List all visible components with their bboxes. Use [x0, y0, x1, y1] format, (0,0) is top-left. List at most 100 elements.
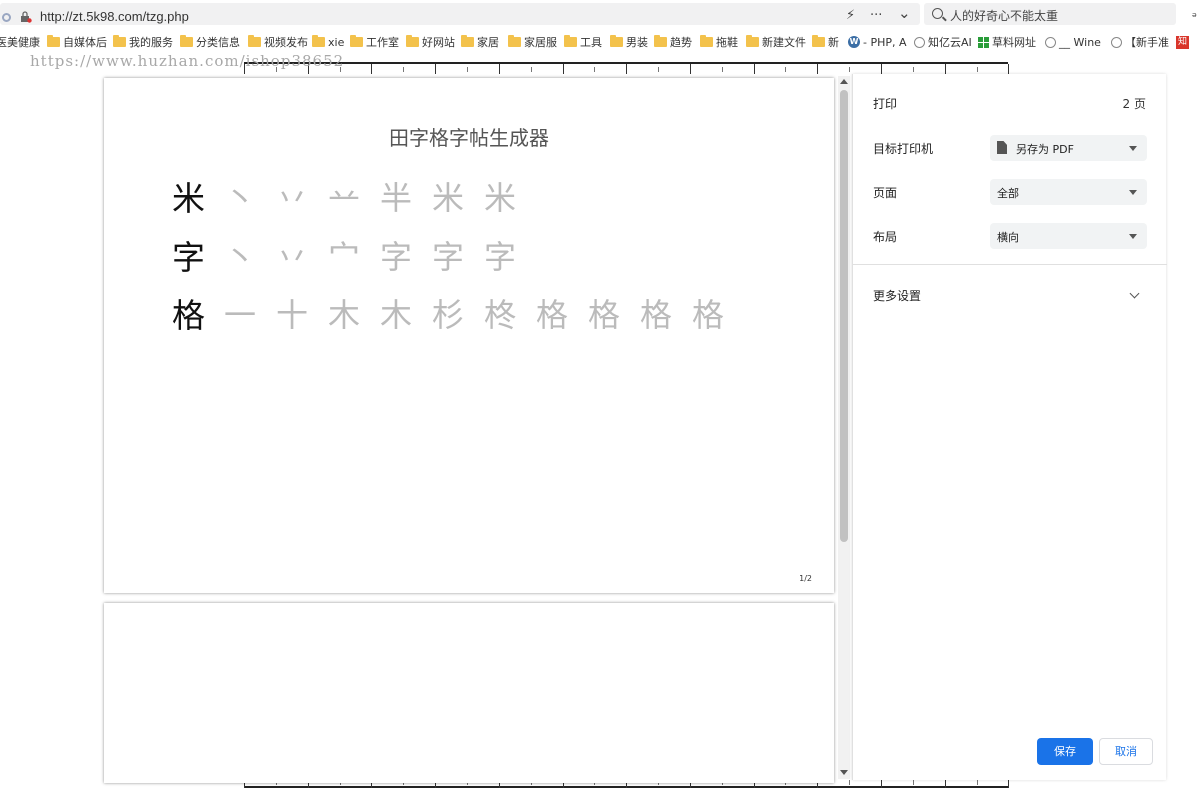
grid-dash — [721, 67, 723, 72]
scroll-thumb[interactable] — [840, 90, 848, 542]
print-settings-panel: 打印 2 页 目标打印机 另存为 PDF 页面 全部 布局 横向 更多设置 保存… — [852, 74, 1167, 780]
stroke-step: 格 — [640, 296, 673, 334]
model-character: 米 — [172, 179, 205, 218]
folder-icon — [654, 35, 667, 47]
document-icon — [997, 141, 1007, 154]
grid-dash — [403, 67, 405, 72]
stroke-step: 丶 — [224, 238, 257, 276]
scroll-down-arrow-icon[interactable] — [840, 770, 848, 775]
stroke-step: 字 — [380, 238, 413, 276]
character-row: 格一十木木杉柊格格格格 — [172, 291, 744, 335]
stroke-step: 格 — [692, 296, 725, 334]
lightning-icon[interactable]: ⚡ — [846, 8, 855, 23]
bookmark-label: 分类信息 — [196, 36, 240, 49]
bookmark-label: 工作室 — [366, 36, 399, 49]
extension-icon[interactable]: ₔ — [1192, 6, 1197, 20]
folder-icon — [113, 35, 126, 47]
save-button[interactable]: 保存 — [1037, 738, 1093, 765]
bookmark-item[interactable]: 视频发布 — [248, 34, 308, 50]
model-character: 字 — [172, 238, 205, 277]
bookmarks-bar: 医美健康 自媒体后 我的服务 分类信息 视频发布 xie 工作室 好网站 家居 家居服 工具 男装 趋势… — [0, 30, 1200, 54]
bookmark-item[interactable]: 男装 — [610, 34, 648, 50]
cancel-button[interactable]: 取消 — [1099, 738, 1153, 765]
destination-value: 另存为 PDF — [1016, 143, 1074, 156]
red-icon: 知 — [1176, 35, 1189, 49]
bookmark-item[interactable]: 好网站 — [406, 34, 455, 50]
pages-select[interactable]: 全部 — [990, 179, 1147, 205]
bookmark-item[interactable]: 医美健康 — [0, 34, 40, 50]
bookmark-item[interactable]: 草料网址 — [978, 34, 1036, 50]
character-row: 米丶丷䒑半米米 — [172, 174, 536, 218]
layout-select[interactable]: 横向 — [990, 223, 1147, 249]
folder-icon — [812, 35, 825, 47]
stroke-step: 杉 — [432, 296, 465, 334]
bookmark-label: 男装 — [626, 36, 648, 49]
stroke-step: 格 — [536, 296, 569, 334]
scroll-up-arrow-icon[interactable] — [840, 79, 848, 84]
bookmark-item[interactable]: 工作室 — [350, 34, 399, 50]
bookmark-item[interactable]: 工具 — [564, 34, 602, 50]
grid-dash — [785, 67, 787, 72]
model-character: 格 — [172, 296, 205, 335]
bookmark-label: 拖鞋 — [716, 36, 738, 49]
pages-label: 页面 — [873, 186, 898, 200]
dropdown-caret-icon — [1129, 190, 1137, 195]
bookmark-label: 好网站 — [422, 36, 455, 49]
bookmark-label: 医美健康 — [0, 36, 40, 49]
bookmark-label: - PHP, A — [863, 35, 907, 49]
bookmark-item[interactable]: 知亿云AI — [914, 34, 972, 50]
stroke-step: 米 — [484, 179, 517, 217]
folder-icon — [350, 35, 363, 47]
site-info-icon[interactable] — [2, 13, 11, 22]
bookmark-item[interactable]: xie — [312, 34, 344, 50]
folder-icon — [180, 35, 193, 47]
bookmark-item[interactable]: 趋势 — [654, 34, 692, 50]
globe-icon — [1111, 36, 1122, 48]
bookmark-item[interactable]: W- PHP, A — [848, 34, 907, 50]
bookmark-item[interactable]: 家居 — [461, 34, 499, 50]
globe-icon — [914, 36, 925, 48]
stroke-step: 柊 — [484, 296, 517, 334]
folder-icon — [746, 35, 759, 47]
url-text[interactable]: http://zt.5k98.com/tzg.php — [40, 9, 189, 24]
stroke-step: 丷 — [276, 238, 309, 276]
chevron-down-icon[interactable] — [1129, 288, 1140, 299]
more-settings-toggle[interactable]: 更多设置 — [873, 287, 921, 304]
bookmark-item[interactable]: __ Wine — [1045, 34, 1101, 50]
grid-dash — [912, 780, 914, 785]
pages-value: 全部 — [997, 187, 1019, 200]
bookmark-item[interactable]: 家居服 — [508, 34, 557, 50]
destination-select[interactable]: 另存为 PDF — [990, 135, 1147, 161]
bookmark-item[interactable]: 【新手准 — [1111, 34, 1169, 50]
folder-icon — [610, 35, 623, 47]
bookmark-label: 家居服 — [524, 36, 557, 49]
url-box[interactable]: http://zt.5k98.com/tzg.php ⚡ ··· ⌄ — [0, 3, 920, 25]
stroke-step: 木 — [380, 296, 413, 334]
chevron-down-icon[interactable]: ⌄ — [898, 4, 911, 22]
insecure-lock-icon[interactable] — [20, 11, 32, 23]
bookmark-item[interactable]: 我的服务 — [113, 34, 173, 50]
search-query[interactable]: 人的好奇心不能太重 — [950, 7, 1058, 24]
folder-icon — [700, 35, 713, 47]
bookmark-item[interactable]: 知 — [1176, 34, 1192, 50]
more-icon[interactable]: ··· — [870, 8, 882, 23]
search-input[interactable]: 人的好奇心不能太重 — [924, 3, 1176, 25]
bookmark-item[interactable]: 自媒体后 — [47, 34, 107, 50]
search-icon — [932, 8, 943, 19]
preview-scrollbar[interactable] — [838, 76, 850, 779]
grid-dash — [530, 67, 532, 72]
stroke-step: 䒑 — [328, 179, 361, 217]
stroke-step: 字 — [432, 238, 465, 276]
page-number: 1/2 — [799, 574, 812, 583]
bookmark-item[interactable]: 分类信息 — [180, 34, 240, 50]
preview-page-2[interactable] — [104, 603, 834, 783]
destination-label: 目标打印机 — [873, 142, 934, 156]
preview-page-1[interactable]: 田字格字帖生成器 米丶丷䒑半米米字丶丷宀字字字格一十木木杉柊格格格格 1/2 — [104, 78, 834, 593]
bookmark-item[interactable]: 拖鞋 — [700, 34, 738, 50]
bookmark-item[interactable]: 新建文件 — [746, 34, 806, 50]
bookmark-item[interactable]: 新 — [812, 34, 839, 50]
page-title: 田字格字帖生成器 — [389, 126, 549, 150]
stroke-step: 格 — [588, 296, 621, 334]
folder-icon — [461, 35, 474, 47]
grid-dash — [466, 67, 468, 72]
